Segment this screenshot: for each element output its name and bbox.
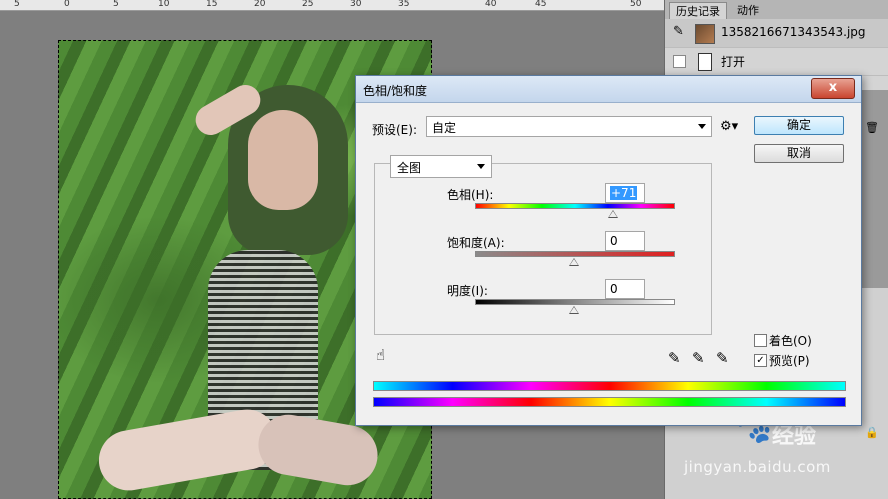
lightness-input[interactable]: 0 bbox=[605, 279, 645, 299]
tab-history[interactable]: 历史记录 bbox=[669, 2, 727, 20]
saturation-label: 饱和度(A): bbox=[447, 236, 505, 250]
tab-actions[interactable]: 动作 bbox=[731, 2, 765, 19]
brush-icon: ✎ bbox=[673, 24, 684, 39]
panel-tab-bar: 历史记录 动作 bbox=[665, 0, 888, 20]
horizontal-ruler: 5 0 5 10 15 20 25 30 35 40 45 50 bbox=[0, 0, 664, 11]
targeted-adjustment-hand-icon[interactable]: ☝ bbox=[376, 346, 385, 364]
saturation-input[interactable]: 0 bbox=[605, 231, 645, 251]
snapshot-thumbnail bbox=[695, 24, 715, 44]
history-state-checkbox[interactable] bbox=[673, 55, 686, 68]
ruler-number: 5 bbox=[113, 0, 119, 9]
ruler-number: 40 bbox=[485, 0, 497, 9]
saturation-value: 0 bbox=[610, 234, 618, 248]
preset-value: 自定 bbox=[432, 121, 457, 135]
ruler-number: 25 bbox=[302, 0, 314, 9]
eyedropper-icon[interactable]: ✎ bbox=[668, 349, 681, 367]
hue-value: +71 bbox=[610, 186, 638, 200]
ruler-number: 30 bbox=[350, 0, 362, 9]
hue-slider-thumb[interactable] bbox=[608, 210, 619, 218]
dialog-title: 色相/饱和度 bbox=[363, 84, 428, 98]
saturation-slider-track[interactable] bbox=[475, 251, 675, 257]
hue-input[interactable]: +71 bbox=[605, 183, 645, 203]
document-icon bbox=[698, 53, 712, 71]
history-snapshot-row[interactable]: ✎ 1358216671343543.jpg bbox=[665, 19, 888, 48]
eyedropper-add-icon[interactable]: ✎ bbox=[692, 349, 705, 367]
lightness-slider-track[interactable] bbox=[475, 299, 675, 305]
ruler-number: 20 bbox=[254, 0, 266, 9]
trash-icon[interactable]: 🗑 bbox=[865, 122, 879, 134]
history-item-label: 打开 bbox=[721, 55, 746, 69]
colorize-checkbox[interactable] bbox=[754, 334, 767, 347]
dialog-titlebar[interactable]: 色相/饱和度 x bbox=[356, 76, 861, 103]
ruler-number: 10 bbox=[158, 0, 170, 9]
cancel-button[interactable]: 取消 bbox=[754, 144, 844, 163]
eyedropper-subtract-icon[interactable]: ✎ bbox=[716, 349, 729, 367]
ok-button[interactable]: 确定 bbox=[754, 116, 844, 135]
preview-label[interactable]: 预览(P) bbox=[769, 352, 810, 369]
adjustment-group: 色相(H): +71 饱和度(A): 0 明度(I): 0 bbox=[374, 163, 712, 335]
history-step-row[interactable]: 打开 bbox=[665, 47, 888, 76]
lightness-value: 0 bbox=[610, 282, 618, 296]
watermark-url: jingyan.baidu.com bbox=[684, 458, 831, 476]
gear-icon[interactable]: ⚙▾ bbox=[720, 119, 738, 134]
lightness-label: 明度(I): bbox=[447, 284, 488, 298]
ruler-number: 45 bbox=[535, 0, 547, 9]
edit-range-select[interactable]: 全图 bbox=[390, 155, 492, 178]
hue-label: 色相(H): bbox=[447, 188, 494, 202]
edit-range-value: 全图 bbox=[397, 161, 422, 175]
preview-checkbox[interactable]: ✓ bbox=[754, 354, 767, 367]
ruler-number: 35 bbox=[398, 0, 410, 9]
chevron-down-icon bbox=[477, 164, 485, 169]
chevron-down-icon bbox=[698, 124, 706, 129]
saturation-slider-thumb[interactable] bbox=[569, 258, 579, 266]
preset-select[interactable]: 自定 bbox=[426, 116, 712, 137]
hue-saturation-dialog: 色相/饱和度 x 预设(E): 自定 ⚙▾ 确定 取消 色相(H): +71 饱… bbox=[355, 75, 862, 426]
original-color-bar bbox=[373, 397, 846, 407]
adjusted-color-bar bbox=[373, 381, 846, 391]
close-button[interactable]: x bbox=[811, 78, 855, 99]
colorize-label[interactable]: 着色(O) bbox=[769, 332, 812, 349]
preset-label: 预设(E): bbox=[372, 123, 417, 137]
lightness-slider-thumb[interactable] bbox=[569, 306, 579, 314]
ruler-number: 15 bbox=[206, 0, 218, 9]
ruler-number: 0 bbox=[64, 0, 70, 9]
ruler-number: 50 bbox=[630, 0, 642, 9]
history-item-label: 1358216671343543.jpg bbox=[721, 25, 866, 39]
ruler-number: 5 bbox=[14, 0, 20, 9]
hue-slider-track[interactable] bbox=[475, 203, 675, 209]
